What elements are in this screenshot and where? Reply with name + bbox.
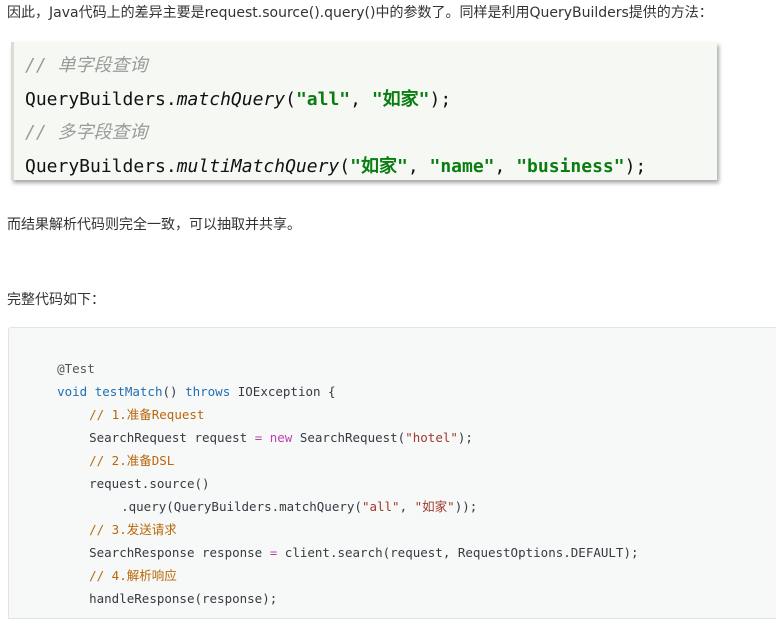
query-snippet-image: // 单字段查询 QueryBuilders.matchQuery("all",… <box>11 42 717 180</box>
snippet-line-multi-field-comment: // 多字段查询 <box>25 121 148 145</box>
snippet-string: "如家" <box>350 156 408 177</box>
code-text: handleResponse(response); <box>89 591 278 606</box>
code-block[interactable]: @Test void testMatch() throws IOExceptio… <box>8 327 776 619</box>
snippet-string: "name" <box>429 156 495 177</box>
snippet-separator: , <box>494 156 517 177</box>
snippet-string: "all" <box>295 89 351 110</box>
keyword-new: new <box>269 430 293 445</box>
snippet-paren: ); <box>624 156 647 177</box>
consistent-paragraph: 而结果解析代码则完全一致，可以抽取并共享。 <box>7 217 301 233</box>
snippet-method: matchQuery <box>176 89 286 110</box>
code-text: ); <box>457 430 473 445</box>
snippet-string: "如家" <box>371 89 430 110</box>
snippet-line-single-field-comment: // 单字段查询 <box>25 54 148 78</box>
code-string: "hotel" <box>405 430 458 445</box>
snippet-separator: , <box>350 89 372 110</box>
snippet-line-multi-match-query: QueryBuilders.multiMatchQuery("如家", "nam… <box>25 155 646 179</box>
snippet-paren: ); <box>429 89 452 110</box>
snippet-line-match-query: QueryBuilders.matchQuery("all", "如家"); <box>25 88 451 112</box>
snippet-method: multiMatchQuery <box>176 156 340 177</box>
intro-paragraph: 因此，Java代码上的差异主要是request.source().query()… <box>7 5 713 21</box>
code-text: SearchRequest( <box>292 430 406 445</box>
snippet-separator: , <box>407 156 430 177</box>
exception-type: IOException { <box>230 384 336 399</box>
snippet-comment: // 单字段查询 <box>25 55 148 76</box>
code-separator: , <box>399 499 415 514</box>
snippet-paren: ( <box>285 89 296 110</box>
code-string: "all" <box>361 499 400 514</box>
snippet-paren: ( <box>339 156 351 177</box>
full-code-intro-paragraph: 完整代码如下： <box>7 292 105 308</box>
code-line-handle-response: handleResponse(response); <box>59 575 277 623</box>
code-text: client.search(request, RequestOptions.DE… <box>277 545 639 560</box>
code-text: )); <box>454 499 478 514</box>
snippet-string: "business" <box>516 156 625 177</box>
code-string: "如家" <box>414 499 455 514</box>
snippet-comment: // 多字段查询 <box>25 122 148 143</box>
snippet-class: QueryBuilders. <box>25 156 177 177</box>
snippet-class: QueryBuilders. <box>25 89 177 110</box>
